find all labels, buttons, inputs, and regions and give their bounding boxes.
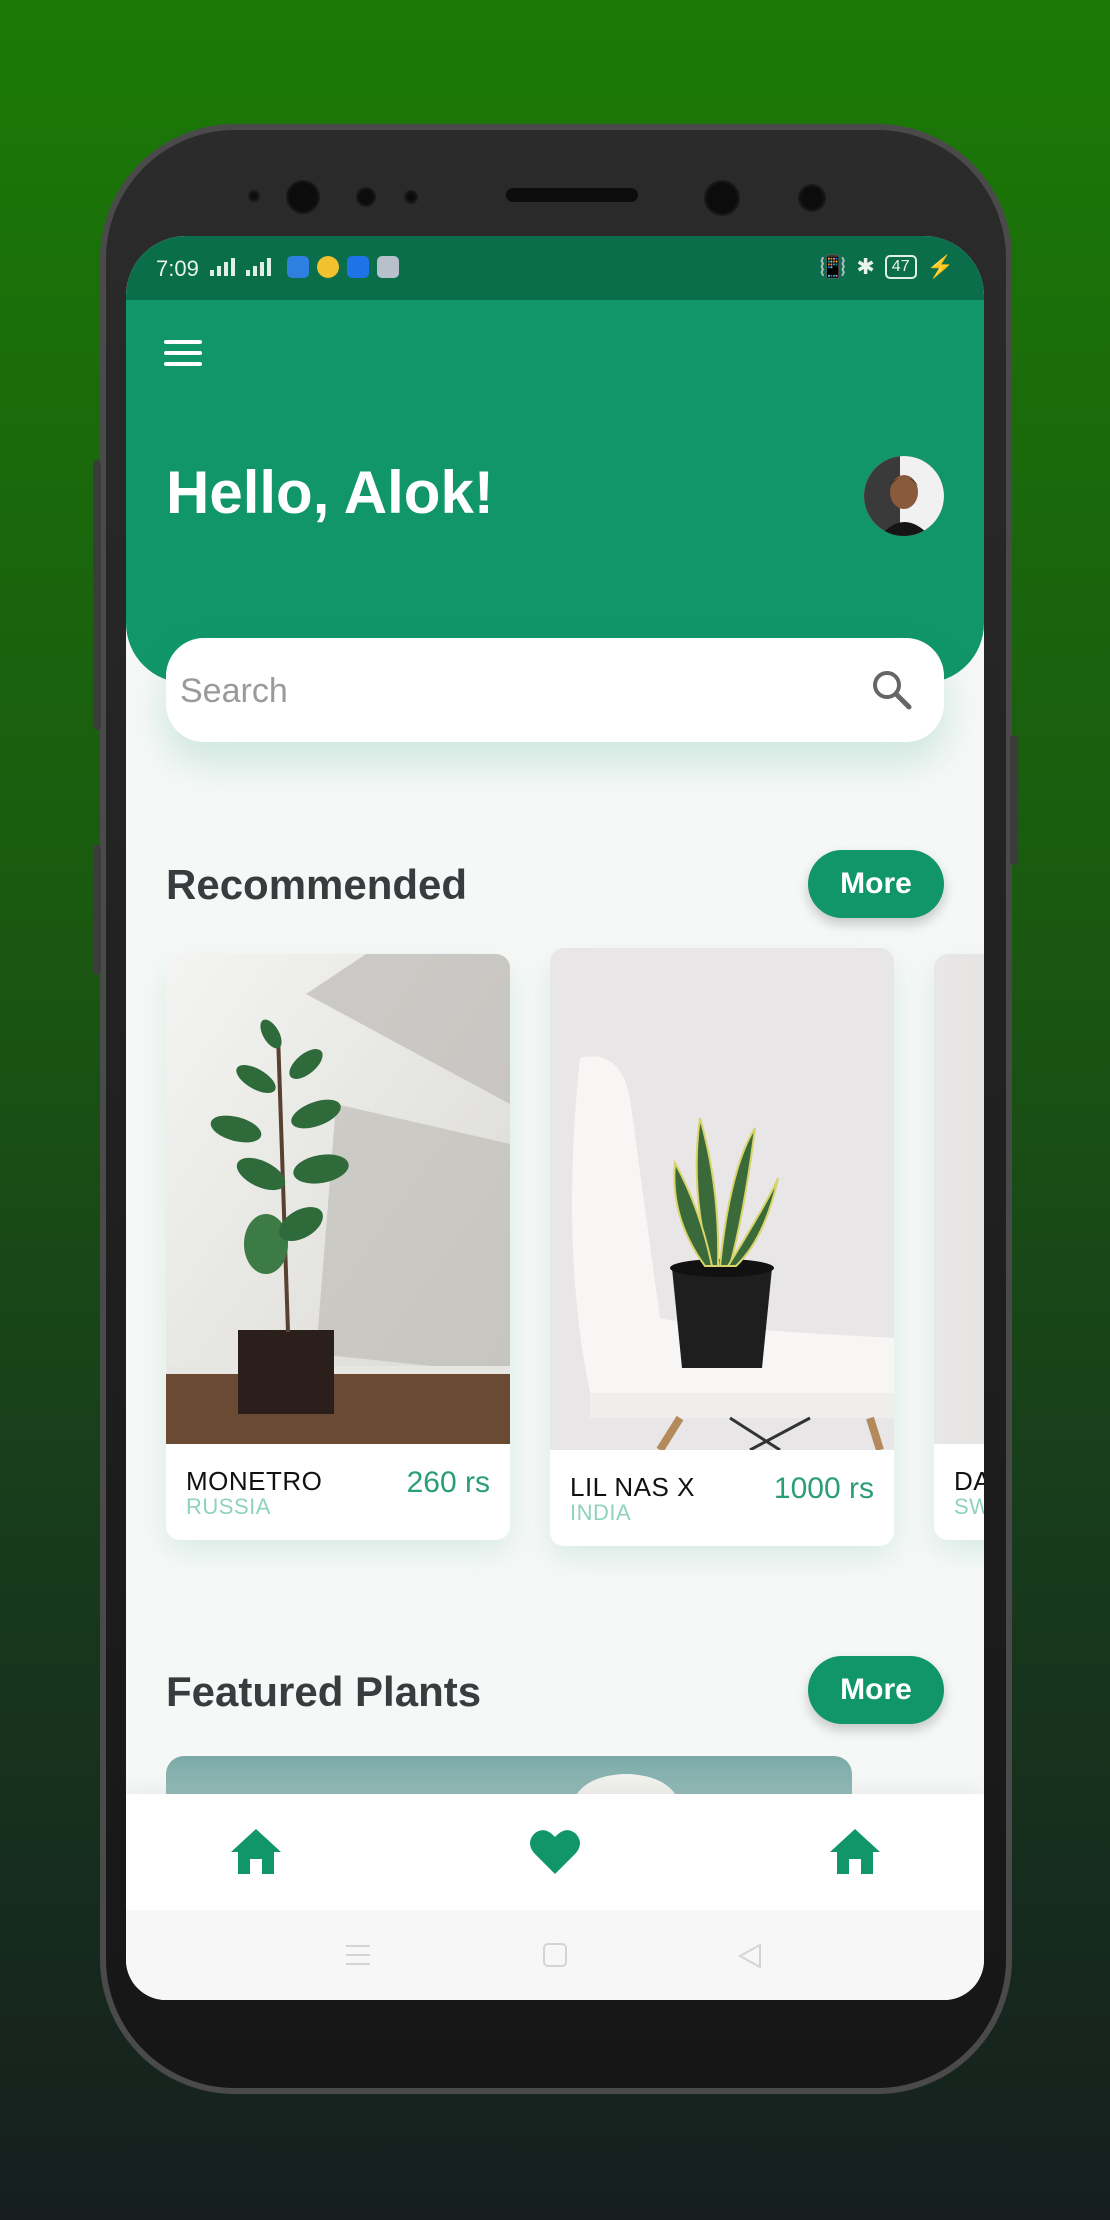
plant-image — [550, 948, 894, 1450]
plant-price: 260 rs — [406, 1466, 490, 1499]
vibrate-icon: 📳 — [818, 254, 847, 279]
side-button — [93, 845, 101, 975]
earpiece-speaker — [506, 188, 638, 202]
front-camera — [704, 180, 740, 216]
front-sensor — [356, 187, 376, 207]
signal-icon — [246, 258, 271, 276]
app-bar — [126, 300, 984, 409]
plant-price: 1000 rs — [773, 1472, 874, 1505]
volume-button — [93, 460, 101, 730]
plant-image — [166, 954, 510, 1444]
home-square-icon[interactable] — [542, 1942, 568, 1968]
heart-icon[interactable] — [528, 1826, 582, 1876]
recommended-more-button[interactable]: More — [808, 850, 944, 918]
status-time: 7:09 — [156, 256, 199, 281]
app-notification-icon — [317, 256, 339, 278]
plant-country: RUSSIA — [186, 1494, 271, 1519]
plant-card-partial[interactable]: DA SW — [934, 954, 984, 1540]
search-icon[interactable] — [870, 668, 914, 712]
charging-icon: ⚡ — [926, 254, 954, 279]
featured-more-button[interactable]: More — [808, 1656, 944, 1724]
bluetooth-icon: ✱ — [856, 254, 875, 279]
bottom-navigation — [126, 1794, 984, 1910]
signal-icon — [210, 258, 235, 276]
greeting-title: Hello, Alok! — [166, 459, 494, 526]
status-bar: 7:09 📳 ✱ 47 ⚡ — [126, 236, 984, 300]
front-sensor — [798, 184, 826, 212]
back-triangle-icon[interactable] — [736, 1942, 764, 1970]
app-screen: 7:09 📳 ✱ 47 ⚡ Hello, Alok! Search Recomm… — [126, 236, 984, 2000]
recommended-title: Recommended — [166, 861, 468, 908]
recents-icon[interactable] — [344, 1942, 372, 1968]
plant-name: DA — [954, 1466, 984, 1496]
battery-indicator: 47 — [884, 255, 917, 279]
app-notification-icon — [377, 256, 399, 278]
plant-name: MONETRO — [186, 1466, 323, 1496]
plant-card-lil-nas-x[interactable]: LIL NAS X INDIA 1000 rs — [550, 948, 894, 1546]
front-sensor — [404, 190, 418, 204]
home-icon[interactable] — [828, 1826, 882, 1876]
plant-country: SW — [954, 1494, 984, 1519]
status-right: 📳 ✱ 47 ⚡ — [819, 254, 954, 280]
front-camera — [286, 180, 320, 214]
search-input[interactable] — [178, 638, 842, 744]
system-navigation-bar — [126, 1910, 984, 2000]
power-button — [1010, 735, 1018, 865]
home-icon[interactable] — [229, 1826, 283, 1876]
featured-title: Featured Plants — [166, 1668, 482, 1715]
plant-name: LIL NAS X — [570, 1472, 695, 1502]
plant-country: INDIA — [570, 1500, 632, 1525]
user-avatar[interactable] — [864, 456, 944, 536]
plant-image — [934, 954, 984, 1444]
usb-notification-icon — [347, 256, 369, 278]
hamburger-menu-icon[interactable] — [164, 340, 202, 368]
search-bar — [166, 638, 944, 744]
front-sensor — [248, 190, 260, 202]
app-notification-icon — [287, 256, 309, 278]
plant-card-monetro[interactable]: MONETRO RUSSIA 260 rs — [166, 954, 510, 1540]
